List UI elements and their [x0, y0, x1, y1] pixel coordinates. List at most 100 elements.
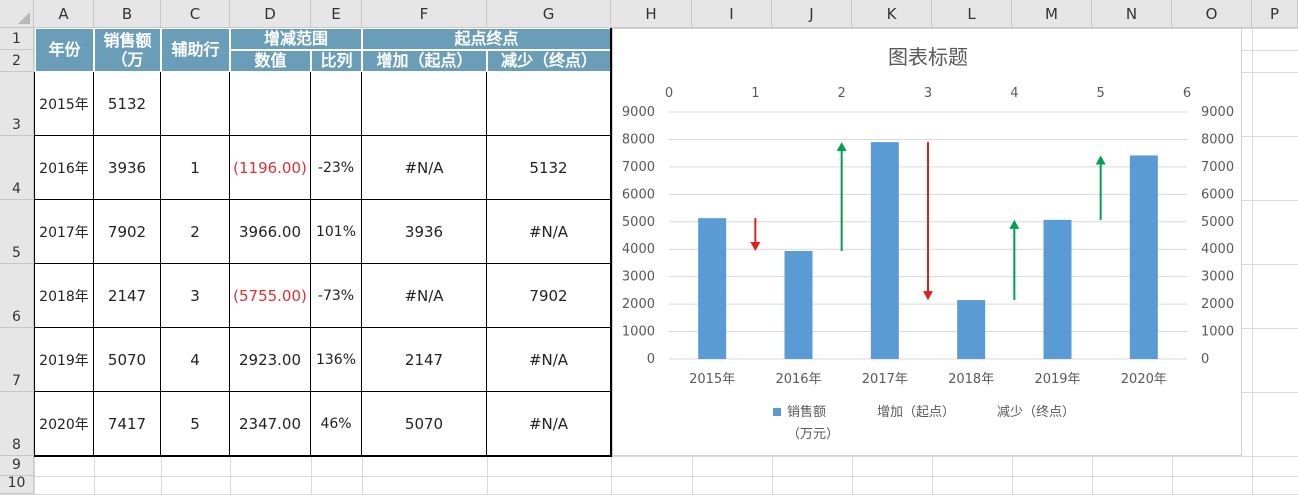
cell-inc[interactable]: 2147 — [362, 328, 487, 392]
cell-value[interactable]: 2347.00 — [230, 392, 311, 456]
waterfall-chart[interactable]: 图表标题 0 0 1000 1000 2000 2000 3000 3000 4000 4000 5… — [612, 28, 1242, 456]
cell-sales[interactable]: 2147 — [94, 264, 161, 328]
change-arrow-head — [836, 142, 847, 152]
column-header-E[interactable]: E — [311, 0, 362, 28]
column-header-K[interactable]: K — [852, 0, 932, 28]
column-header-L[interactable]: L — [932, 0, 1012, 28]
cell-ratio[interactable]: -23% — [311, 136, 362, 200]
cell-ratio[interactable]: 101% — [311, 200, 362, 264]
legend-label-decrease[interactable]: 减少（终点） — [997, 404, 1075, 420]
cell-value[interactable] — [230, 72, 311, 136]
legend-label-increase[interactable]: 增加（起点） — [877, 405, 955, 420]
column-header-N[interactable]: N — [1092, 0, 1172, 28]
row-header-6[interactable]: 6 — [0, 264, 34, 328]
cell-year[interactable]: 2015年 — [35, 72, 94, 136]
cell-aux[interactable] — [161, 72, 230, 136]
x-tick-label: 2017年 — [862, 372, 908, 387]
column-header-O[interactable]: O — [1172, 0, 1252, 28]
header-inc[interactable]: 增加（起点） — [362, 50, 487, 72]
cell-inc[interactable] — [362, 72, 487, 136]
cell-sales[interactable]: 7902 — [94, 200, 161, 264]
row-header-9[interactable]: 9 — [0, 456, 34, 476]
cell-dec[interactable]: 7902 — [487, 264, 611, 328]
cell-inc[interactable]: 3936 — [362, 200, 487, 264]
header-sales[interactable]: 销售额（万 — [94, 28, 161, 72]
cell-value[interactable]: (1196.00) — [230, 136, 311, 200]
legend-label-sales[interactable]: 销售额 — [787, 404, 826, 420]
row-header-3[interactable]: 3 — [0, 72, 34, 136]
cell-sales[interactable]: 5132 — [94, 72, 161, 136]
bar-2015年[interactable] — [698, 218, 727, 359]
table-bottom-border — [34, 455, 612, 457]
cell-dec[interactable]: #N/A — [487, 328, 611, 392]
header-value[interactable]: 数值 — [230, 50, 311, 72]
cell-year[interactable]: 2018年 — [35, 264, 94, 328]
cell-year[interactable]: 2016年 — [35, 136, 94, 200]
y2-tick-label: 5000 — [1201, 215, 1234, 230]
cell-dec[interactable]: #N/A — [487, 392, 611, 456]
y-tick-label: 2000 — [622, 297, 655, 312]
row-header-10[interactable]: 10 — [0, 475, 34, 494]
column-header-B[interactable]: B — [94, 0, 161, 28]
column-header-I[interactable]: I — [692, 0, 772, 28]
cell-inc[interactable]: #N/A — [362, 264, 487, 328]
cell-aux[interactable]: 2 — [161, 200, 230, 264]
cell-value[interactable]: (5755.00) — [230, 264, 311, 328]
cell-dec[interactable]: 5132 — [487, 136, 611, 200]
change-arrow-head — [1009, 219, 1020, 229]
column-header-G[interactable]: G — [487, 0, 611, 28]
row-header-1[interactable]: 1 — [0, 28, 34, 50]
cell-value[interactable]: 3966.00 — [230, 200, 311, 264]
column-header-M[interactable]: M — [1012, 0, 1092, 28]
header-startend[interactable]: 起点终点 — [362, 28, 611, 50]
header-ratio[interactable]: 比列 — [311, 50, 362, 72]
y2-tick-label: 0 — [1201, 352, 1209, 367]
bar-2020年[interactable] — [1129, 155, 1158, 359]
cell-ratio[interactable]: -73% — [311, 264, 362, 328]
x2-tick-label: 2 — [838, 86, 846, 101]
cell-aux[interactable]: 4 — [161, 328, 230, 392]
column-header-D[interactable]: D — [230, 0, 311, 28]
header-aux[interactable]: 辅助行 — [161, 28, 230, 72]
cell-ratio[interactable]: 136% — [311, 328, 362, 392]
cell-inc[interactable]: 5070 — [362, 392, 487, 456]
cell-year[interactable]: 2019年 — [35, 328, 94, 392]
column-header-P[interactable]: P — [1252, 0, 1298, 28]
y2-tick-label: 9000 — [1201, 105, 1234, 120]
row-header-8[interactable]: 8 — [0, 392, 34, 456]
cell-dec[interactable] — [487, 72, 611, 136]
cell-aux[interactable]: 1 — [161, 136, 230, 200]
row-header-7[interactable]: 7 — [0, 328, 34, 392]
y2-tick-label: 8000 — [1201, 132, 1234, 147]
x2-tick-label: 4 — [1010, 86, 1018, 101]
column-header-A[interactable]: A — [34, 0, 94, 28]
select-all-corner[interactable] — [0, 0, 34, 28]
bar-2019年[interactable] — [1043, 219, 1072, 359]
column-header-C[interactable]: C — [161, 0, 230, 28]
column-header-F[interactable]: F — [362, 0, 487, 28]
bar-2016年[interactable] — [784, 250, 813, 359]
chart-title[interactable]: 图表标题 — [888, 45, 968, 69]
header-range[interactable]: 增减范围 — [230, 28, 362, 50]
cell-aux[interactable]: 3 — [161, 264, 230, 328]
cell-year[interactable]: 2020年 — [35, 392, 94, 456]
cell-ratio[interactable] — [311, 72, 362, 136]
cell-ratio[interactable]: 46% — [311, 392, 362, 456]
header-dec[interactable]: 减少（终点） — [487, 50, 611, 72]
bar-2017年[interactable] — [870, 142, 899, 359]
cell-year[interactable]: 2017年 — [35, 200, 94, 264]
cell-sales[interactable]: 5070 — [94, 328, 161, 392]
cell-value[interactable]: 2923.00 — [230, 328, 311, 392]
cell-dec[interactable]: #N/A — [487, 200, 611, 264]
column-header-J[interactable]: J — [772, 0, 852, 28]
row-header-5[interactable]: 5 — [0, 200, 34, 264]
cell-sales[interactable]: 7417 — [94, 392, 161, 456]
cell-inc[interactable]: #N/A — [362, 136, 487, 200]
row-header-2[interactable]: 2 — [0, 50, 34, 72]
column-header-H[interactable]: H — [611, 0, 692, 28]
cell-aux[interactable]: 5 — [161, 392, 230, 456]
bar-2018年[interactable] — [957, 300, 986, 359]
header-year[interactable]: 年份 — [35, 28, 94, 72]
row-header-4[interactable]: 4 — [0, 136, 34, 200]
cell-sales[interactable]: 3936 — [94, 136, 161, 200]
